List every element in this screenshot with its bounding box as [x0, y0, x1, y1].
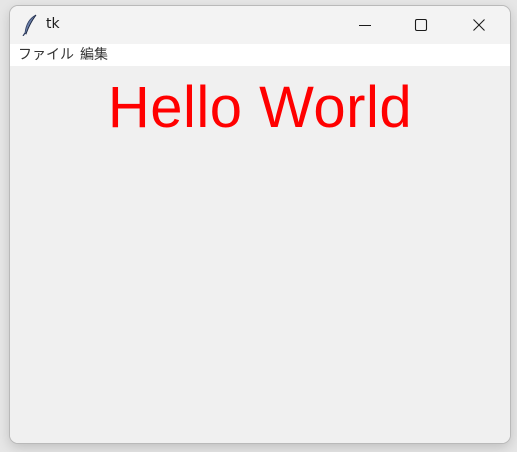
maximize-button[interactable]	[396, 6, 446, 44]
title-bar[interactable]: tk	[10, 6, 510, 44]
minimize-button[interactable]	[340, 6, 390, 44]
minimize-icon	[359, 24, 371, 27]
window-title: tk	[46, 16, 60, 32]
menu-edit[interactable]: 編集	[80, 46, 108, 64]
close-icon	[473, 19, 485, 31]
close-button[interactable]	[454, 6, 504, 44]
content-area: Hello World	[10, 66, 510, 443]
menu-file[interactable]: ファイル	[18, 46, 74, 64]
menu-bar: ファイル 編集	[10, 44, 510, 66]
maximize-icon	[414, 18, 428, 32]
hello-label: Hello World	[107, 75, 413, 140]
app-window: tk ファイル 編集 Hello World	[10, 6, 510, 443]
feather-icon	[21, 14, 41, 37]
